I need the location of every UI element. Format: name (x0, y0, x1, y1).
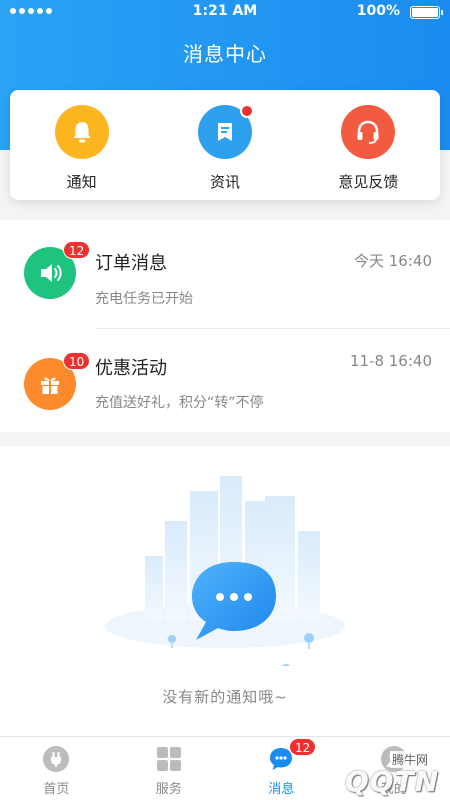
tab-home[interactable]: 首页 (0, 737, 113, 800)
tab-label: 服务 (155, 782, 182, 797)
message-list: 12 订单消息 今天 16:40 充电任务已开始 10 优惠活动 11-8 16… (0, 220, 450, 432)
grid-icon (155, 745, 183, 773)
quick-action-label: 资讯 (209, 173, 240, 191)
message-title: 订单消息 (95, 253, 167, 274)
battery-percent: 100% (356, 3, 400, 19)
bottom-tabbar: 首页 服务 12 消息 我的 (0, 736, 450, 800)
message-time: 11-8 16:40 (349, 352, 432, 370)
quick-actions-card: 通知 资讯 意见反馈 (10, 90, 440, 200)
user-icon (380, 745, 408, 773)
tab-badge: 12 (289, 738, 317, 756)
quick-action-news[interactable]: 资讯 (153, 90, 296, 200)
quick-action-notify[interactable]: 通知 (10, 90, 153, 200)
quick-action-label: 通知 (66, 173, 97, 191)
gift-icon: 10 (24, 352, 91, 410)
message-time: 今天 16:40 (354, 252, 432, 270)
message-item-promo[interactable]: 10 优惠活动 11-8 16:40 充值送好礼，积分“转”不停 (0, 326, 450, 432)
tab-label: 我的 (380, 782, 407, 797)
message-preview: 充值送好礼，积分“转”不停 (95, 395, 264, 411)
message-item-order[interactable]: 12 订单消息 今天 16:40 充电任务已开始 (0, 220, 450, 329)
quick-action-feedback[interactable]: 意见反馈 (297, 90, 440, 200)
page-title: 消息中心 (183, 42, 267, 66)
tab-label: 首页 (43, 782, 70, 797)
unread-count-badge: 12 (63, 241, 91, 259)
plug-icon (42, 745, 70, 773)
tab-messages[interactable]: 12 消息 (225, 737, 338, 800)
status-bar: 1:21 AM 100% (0, 0, 450, 24)
unread-count-badge: 10 (63, 352, 91, 370)
quick-action-label: 意见反馈 (338, 173, 399, 191)
bell-icon (54, 105, 109, 159)
empty-state: 没有新的通知哦~ (0, 446, 450, 736)
bookmark-doc-icon (197, 104, 254, 159)
unread-dot (239, 104, 254, 118)
headset-icon (341, 105, 396, 159)
empty-illustration (105, 476, 345, 666)
battery-icon (410, 6, 443, 19)
tab-services[interactable]: 服务 (113, 737, 226, 800)
tab-label: 消息 (268, 782, 295, 797)
message-preview: 充电任务已开始 (95, 291, 193, 307)
message-title: 优惠活动 (95, 358, 167, 379)
tab-profile[interactable]: 我的 (338, 737, 450, 800)
speaker-icon: 12 (24, 241, 91, 299)
empty-state-text: 没有新的通知哦~ (162, 688, 288, 706)
